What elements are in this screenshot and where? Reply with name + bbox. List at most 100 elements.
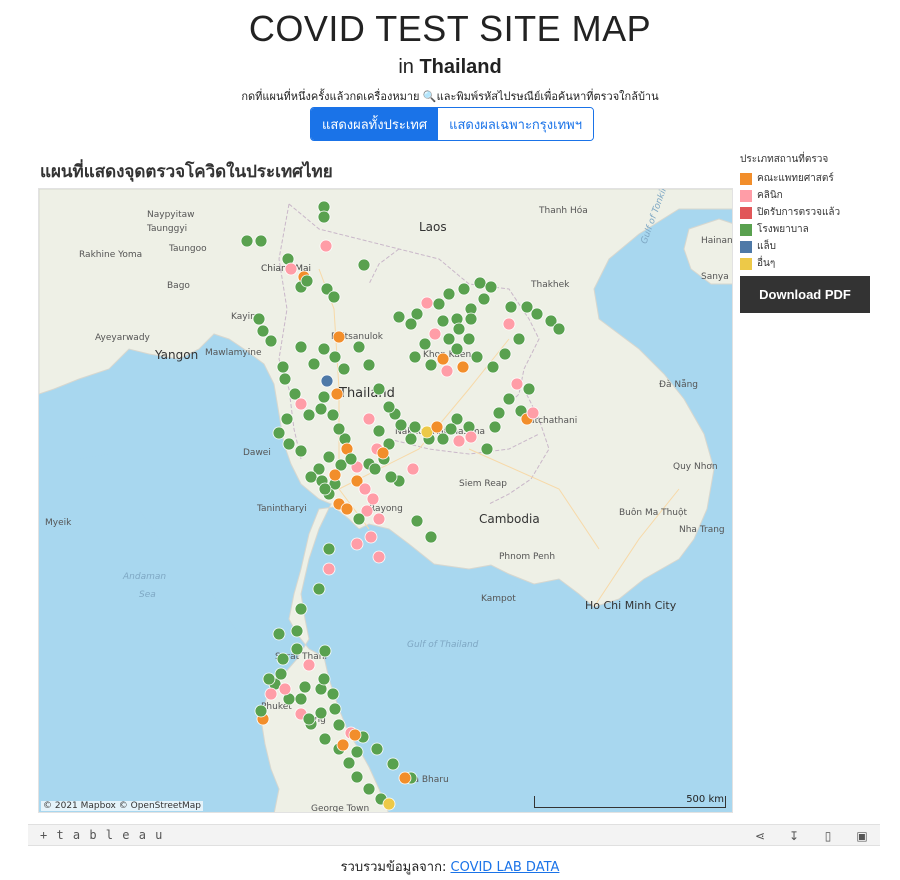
test-site-marker[interactable]	[337, 362, 351, 376]
test-site-marker[interactable]	[394, 418, 408, 432]
test-site-marker[interactable]	[464, 312, 478, 326]
test-site-marker[interactable]	[326, 408, 340, 422]
test-site-marker[interactable]	[362, 782, 376, 796]
covid-site-map[interactable]: Naypyitaw Taunggyi Rakhine Yoma Taungoo …	[38, 188, 733, 813]
test-site-marker[interactable]	[372, 550, 386, 564]
legend-item[interactable]: คณะแพทยศาสตร์	[740, 170, 880, 187]
test-site-marker[interactable]	[502, 392, 516, 406]
test-site-marker[interactable]	[312, 582, 326, 596]
test-site-marker[interactable]	[294, 602, 308, 616]
test-site-marker[interactable]	[264, 687, 278, 701]
test-site-marker[interactable]	[332, 422, 346, 436]
test-site-marker[interactable]	[342, 756, 356, 770]
test-site-marker[interactable]	[322, 562, 336, 576]
test-site-marker[interactable]	[436, 432, 450, 446]
test-site-marker[interactable]	[328, 702, 342, 716]
test-site-marker[interactable]	[502, 317, 516, 331]
share-icon[interactable]: ⋖	[752, 828, 768, 844]
test-site-marker[interactable]	[382, 400, 396, 414]
test-site-marker[interactable]	[444, 422, 458, 436]
test-site-marker[interactable]	[358, 482, 372, 496]
test-site-marker[interactable]	[424, 358, 438, 372]
test-site-marker[interactable]	[307, 357, 321, 371]
test-site-marker[interactable]	[452, 434, 466, 448]
test-site-marker[interactable]	[362, 358, 376, 372]
test-site-marker[interactable]	[322, 542, 336, 556]
test-site-marker[interactable]	[436, 314, 450, 328]
test-site-marker[interactable]	[430, 420, 444, 434]
test-site-marker[interactable]	[294, 340, 308, 354]
test-site-marker[interactable]	[392, 310, 406, 324]
test-site-marker[interactable]	[452, 322, 466, 336]
test-site-marker[interactable]	[364, 530, 378, 544]
test-site-marker[interactable]	[406, 462, 420, 476]
legend-item[interactable]: ปิดรับการตรวจแล้ว	[740, 204, 880, 221]
test-site-marker[interactable]	[294, 397, 308, 411]
test-site-marker[interactable]	[352, 340, 366, 354]
test-site-marker[interactable]	[498, 347, 512, 361]
test-site-marker[interactable]	[262, 672, 276, 686]
test-site-marker[interactable]	[504, 300, 518, 314]
legend-item[interactable]: แล็บ	[740, 238, 880, 255]
test-site-marker[interactable]	[276, 360, 290, 374]
test-site-marker[interactable]	[320, 374, 334, 388]
test-site-marker[interactable]	[319, 239, 333, 253]
test-site-marker[interactable]	[264, 334, 278, 348]
legend-item[interactable]: อื่นๆ	[740, 255, 880, 272]
test-site-marker[interactable]	[432, 297, 446, 311]
show-whole-country-button[interactable]: แสดงผลทั้งประเทศ	[311, 108, 439, 140]
test-site-marker[interactable]	[530, 307, 544, 321]
test-site-marker[interactable]	[252, 312, 266, 326]
tableau-logo[interactable]: + t a b l e a u	[40, 828, 163, 842]
test-site-marker[interactable]	[302, 712, 316, 726]
test-site-markers[interactable]	[39, 189, 733, 813]
test-site-marker[interactable]	[278, 682, 292, 696]
test-site-marker[interactable]	[457, 282, 471, 296]
test-site-marker[interactable]	[404, 317, 418, 331]
test-site-marker[interactable]	[290, 624, 304, 638]
test-site-marker[interactable]	[344, 452, 358, 466]
test-site-marker[interactable]	[484, 280, 498, 294]
test-site-marker[interactable]	[492, 406, 506, 420]
legend-item[interactable]: คลินิก	[740, 187, 880, 204]
test-site-marker[interactable]	[284, 262, 298, 276]
test-site-marker[interactable]	[317, 342, 331, 356]
test-site-marker[interactable]	[456, 360, 470, 374]
test-site-marker[interactable]	[294, 444, 308, 458]
device-preview-icon[interactable]: ▯	[820, 828, 836, 844]
test-site-marker[interactable]	[317, 390, 331, 404]
test-site-marker[interactable]	[520, 300, 534, 314]
test-site-marker[interactable]	[428, 327, 442, 341]
test-site-marker[interactable]	[326, 687, 340, 701]
test-site-marker[interactable]	[280, 412, 294, 426]
test-site-marker[interactable]	[480, 442, 494, 456]
test-site-marker[interactable]	[372, 382, 386, 396]
test-site-marker[interactable]	[332, 330, 346, 344]
download-icon[interactable]: ↧	[786, 828, 802, 844]
test-site-marker[interactable]	[314, 402, 328, 416]
test-site-marker[interactable]	[327, 290, 341, 304]
test-site-marker[interactable]	[440, 364, 454, 378]
test-site-marker[interactable]	[398, 771, 412, 785]
test-site-marker[interactable]	[372, 424, 386, 438]
test-site-marker[interactable]	[408, 420, 422, 434]
test-site-marker[interactable]	[376, 446, 390, 460]
test-site-marker[interactable]	[352, 512, 366, 526]
test-site-marker[interactable]	[272, 627, 286, 641]
test-site-marker[interactable]	[350, 770, 364, 784]
test-site-marker[interactable]	[318, 644, 332, 658]
test-site-marker[interactable]	[318, 482, 332, 496]
test-site-marker[interactable]	[362, 412, 376, 426]
test-site-marker[interactable]	[302, 658, 316, 672]
test-site-marker[interactable]	[328, 468, 342, 482]
test-site-marker[interactable]	[340, 502, 354, 516]
test-site-marker[interactable]	[276, 652, 290, 666]
test-site-marker[interactable]	[254, 704, 268, 718]
test-site-marker[interactable]	[368, 462, 382, 476]
test-site-marker[interactable]	[408, 350, 422, 364]
test-site-marker[interactable]	[384, 470, 398, 484]
test-site-marker[interactable]	[386, 757, 400, 771]
test-site-marker[interactable]	[486, 360, 500, 374]
test-site-marker[interactable]	[274, 667, 288, 681]
test-site-marker[interactable]	[336, 738, 350, 752]
